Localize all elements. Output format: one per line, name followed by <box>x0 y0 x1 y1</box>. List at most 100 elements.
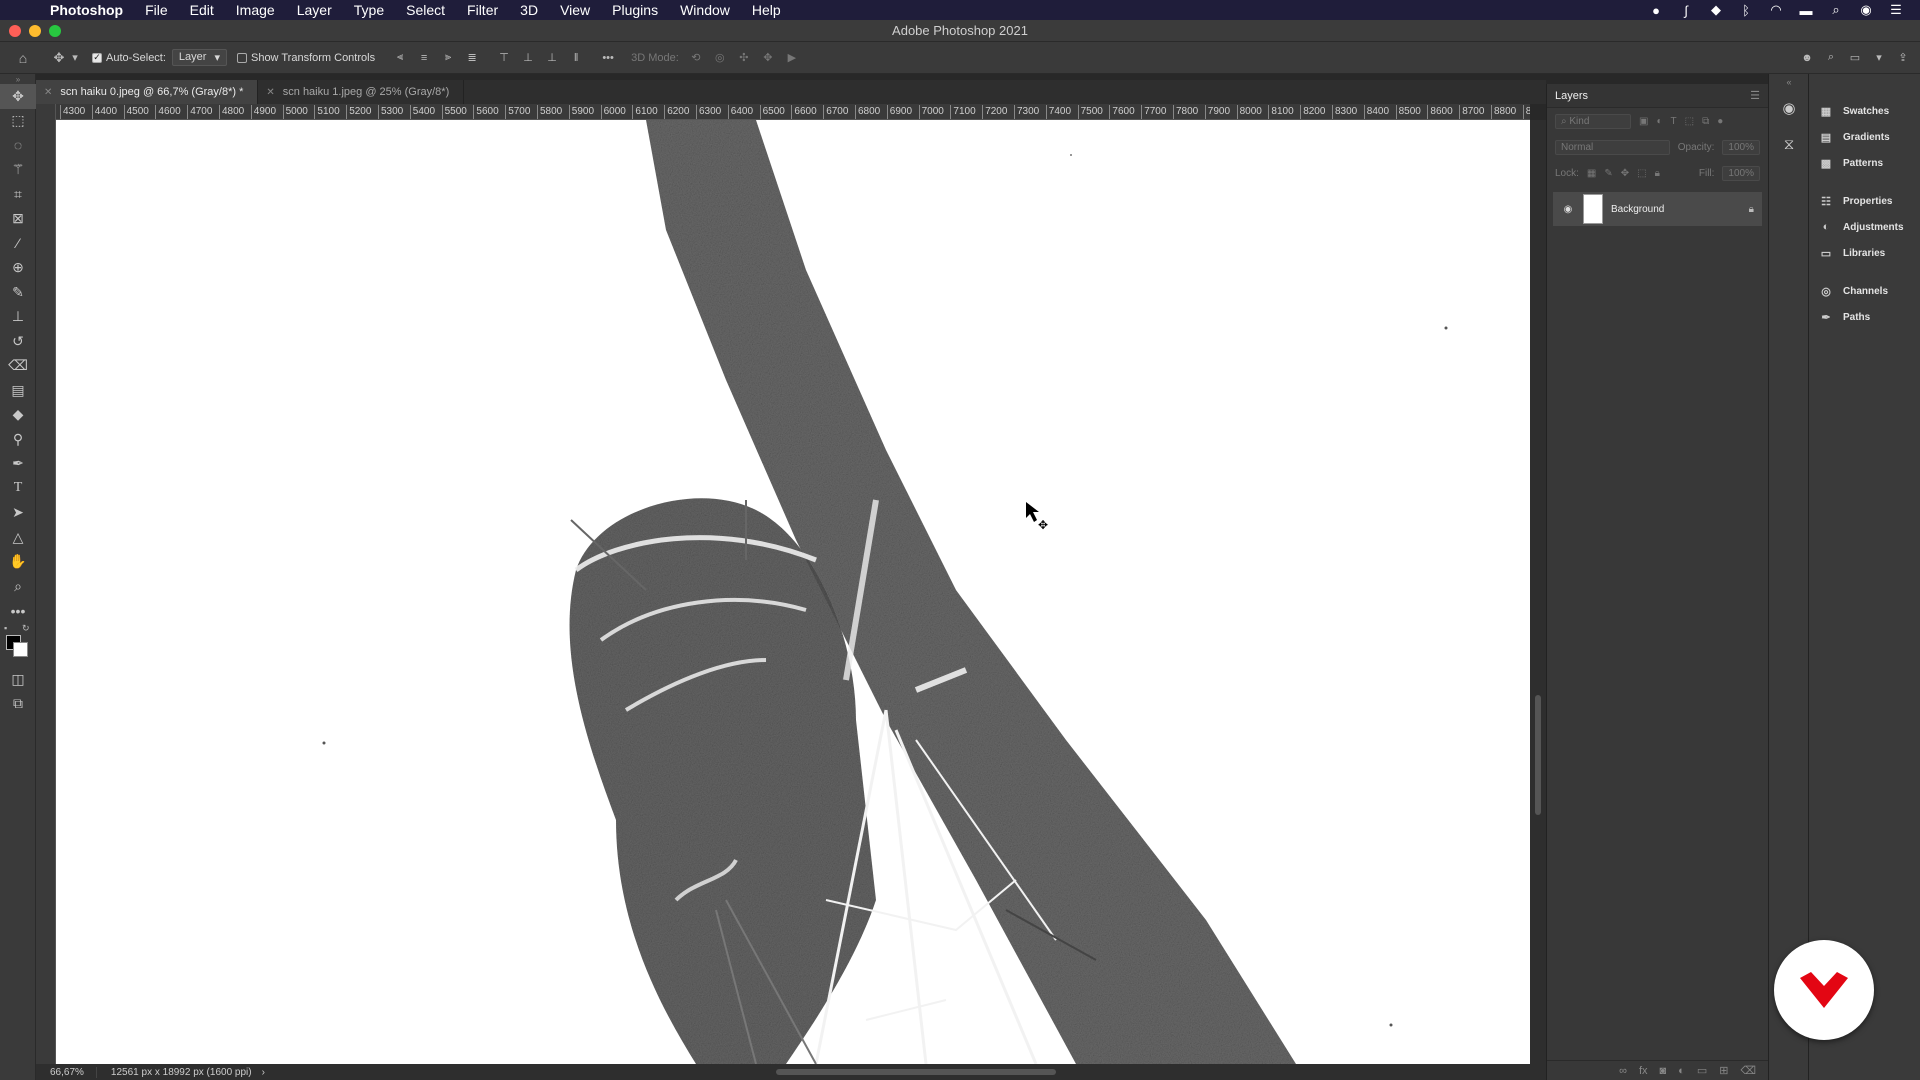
minimize-window-button[interactable] <box>29 25 41 37</box>
align-left-icon[interactable]: ⫷ <box>393 51 407 64</box>
bluetooth-icon[interactable]: ᛒ <box>1738 3 1754 18</box>
lock-icon[interactable]: 🔒︎ <box>1749 204 1754 215</box>
wifi-icon[interactable]: ◠ <box>1768 2 1784 17</box>
menu-app-name[interactable]: Photoshop <box>50 2 134 18</box>
shape-tool-icon[interactable]: △ <box>0 525 36 550</box>
tab-document-0[interactable]: ✕ scn haiku 0.jpeg @ 66,7% (Gray/8*) * <box>36 80 259 104</box>
new-layer-icon[interactable]: ⊞ <box>1719 1064 1728 1077</box>
flag-icon[interactable]: ▬ <box>1798 3 1814 18</box>
hand-tool-icon[interactable]: ✋ <box>0 550 36 575</box>
control-center-icon[interactable]: ☰ <box>1888 2 1904 17</box>
learn-icon[interactable]: ◉ <box>1769 90 1809 126</box>
menu-filter[interactable]: Filter <box>456 2 509 18</box>
align-right-icon[interactable]: ⫸ <box>441 51 455 64</box>
close-tab-icon[interactable]: ✕ <box>44 87 52 98</box>
auto-select-dropdown[interactable]: Layer ▾ <box>171 49 227 66</box>
home-icon[interactable]: ⌂ <box>16 50 30 66</box>
vertical-ruler[interactable] <box>36 104 56 1064</box>
stamp-tool-icon[interactable]: ⊥ <box>0 305 36 330</box>
distribute-vertical-icon[interactable]: ‖ <box>569 52 583 64</box>
filter-shape-icon[interactable]: ⬚ <box>1685 116 1694 127</box>
align-bottom-icon[interactable]: ⊥ <box>545 52 559 64</box>
menu-plugins[interactable]: Plugins <box>601 2 669 18</box>
dock-item-adjustments[interactable]: ◐ Adjustments <box>1809 214 1920 240</box>
vertical-scrollbar[interactable] <box>1530 120 1546 1064</box>
chevron-right-icon[interactable]: › <box>262 1067 265 1078</box>
kind-filter[interactable]: ⌕ Kind <box>1555 113 1631 129</box>
lasso-tool-icon[interactable]: ◌ <box>0 133 36 158</box>
menu-file[interactable]: File <box>134 2 179 18</box>
menu-image[interactable]: Image <box>225 2 286 18</box>
blend-mode-select[interactable]: Normal <box>1555 139 1670 155</box>
fill-input[interactable]: 100% <box>1722 165 1760 181</box>
filter-toggle-icon[interactable]: ● <box>1717 116 1723 127</box>
mask-icon[interactable]: ◙ <box>1660 1065 1667 1077</box>
dock-item-channels[interactable]: ◎ Channels <box>1809 278 1920 304</box>
close-tab-icon[interactable]: ✕ <box>266 87 274 98</box>
search-icon[interactable]: ⌕ <box>1824 51 1838 64</box>
eye-icon[interactable]: ◉ <box>1561 204 1575 215</box>
menu-edit[interactable]: Edit <box>179 2 225 18</box>
dropbox-icon[interactable]: ◆ <box>1708 2 1724 17</box>
zoom-tool-icon[interactable]: ⌕ <box>0 574 36 599</box>
quick-mask-icon[interactable]: ◫ <box>0 667 36 692</box>
gradient-tool-icon[interactable]: ▤ <box>0 378 36 403</box>
dock-item-properties[interactable]: ☷ Properties <box>1809 188 1920 214</box>
menu-type[interactable]: Type <box>343 2 395 18</box>
lock-transparent-icon[interactable]: ▦ <box>1587 168 1596 179</box>
lock-all-icon[interactable]: 🔒︎ <box>1655 168 1660 179</box>
workspace-icon[interactable]: ▭ <box>1848 52 1862 64</box>
chevron-down-icon[interactable]: ▾ <box>1872 52 1886 64</box>
history-icon[interactable]: ⧖ <box>1769 126 1809 162</box>
zoom-window-button[interactable] <box>49 25 61 37</box>
dock-item-patterns[interactable]: ▩ Patterns <box>1809 150 1920 176</box>
panel-menu-icon[interactable]: ☰ <box>1750 89 1760 102</box>
menu-3d[interactable]: 3D <box>509 2 549 18</box>
filter-type-icon[interactable]: T <box>1671 116 1677 127</box>
close-window-button[interactable] <box>9 25 21 37</box>
document-canvas[interactable]: ✥ <box>56 120 1530 1064</box>
fx-icon[interactable]: fx <box>1639 1065 1648 1077</box>
background-color[interactable] <box>13 642 28 657</box>
eyedropper-icon[interactable]: ⁄ <box>0 231 36 256</box>
swap-colors-icon[interactable]: ↻ <box>22 623 30 634</box>
distribute-icon[interactable]: ≣ <box>465 52 479 64</box>
align-center-icon[interactable]: ≡ <box>417 52 431 64</box>
lock-position-icon[interactable]: ✥ <box>1621 168 1629 179</box>
menu-view[interactable]: View <box>549 2 601 18</box>
pen-tool-icon[interactable]: ✒ <box>0 452 36 477</box>
dock-item-gradients[interactable]: ▤ Gradients <box>1809 124 1920 150</box>
eraser-tool-icon[interactable]: ⌫ <box>0 354 36 379</box>
more-tools-icon[interactable]: ••• <box>0 599 36 624</box>
align-middle-icon[interactable]: ⊥ <box>521 52 535 64</box>
tab-document-1[interactable]: ✕ scn haiku 1.jpeg @ 25% (Gray/8*) <box>258 80 465 104</box>
auto-select-checkbox[interactable]: ✓ <box>92 52 102 63</box>
scrollbar-thumb[interactable] <box>1535 695 1541 815</box>
align-top-icon[interactable]: ⊤ <box>497 52 511 64</box>
trash-icon[interactable]: ⌫ <box>1740 1064 1756 1077</box>
healing-brush-icon[interactable]: ⊕ <box>0 256 36 281</box>
filter-pixel-icon[interactable]: ▣ <box>1639 116 1648 127</box>
frame-tool-icon[interactable]: ⊠ <box>0 207 36 232</box>
history-brush-icon[interactable]: ↺ <box>0 329 36 354</box>
dock-item-paths[interactable]: ✒ Paths <box>1809 304 1920 330</box>
filter-adjustment-icon[interactable]: ◐ <box>1656 116 1662 127</box>
type-tool-icon[interactable]: T <box>0 476 36 501</box>
spotlight-search-icon[interactable]: ⌕ <box>1828 2 1844 17</box>
record-icon[interactable]: ● <box>1648 3 1664 18</box>
move-tool-icon[interactable]: ✥ <box>0 84 36 109</box>
move-tool-preset-icon[interactable]: ✥ <box>52 50 66 65</box>
group-icon[interactable]: ▭ <box>1697 1064 1707 1077</box>
dodge-tool-icon[interactable]: ⚲ <box>0 427 36 452</box>
magic-wand-icon[interactable]: ⚚ <box>0 158 36 183</box>
menu-select[interactable]: Select <box>395 2 456 18</box>
expand-icon[interactable]: « <box>1769 74 1809 90</box>
link-icon[interactable]: ∞ <box>1619 1065 1627 1077</box>
opacity-input[interactable]: 100% <box>1722 139 1760 155</box>
collapse-icon[interactable]: » <box>0 74 36 84</box>
tab-layers[interactable]: Layers <box>1555 90 1588 102</box>
marquee-tool-icon[interactable]: ⬚ <box>0 109 36 134</box>
horizontal-scrollbar-thumb[interactable] <box>776 1069 1056 1075</box>
menu-help[interactable]: Help <box>741 2 792 18</box>
layer-row-background[interactable]: ◉ Background 🔒︎ <box>1553 192 1762 226</box>
